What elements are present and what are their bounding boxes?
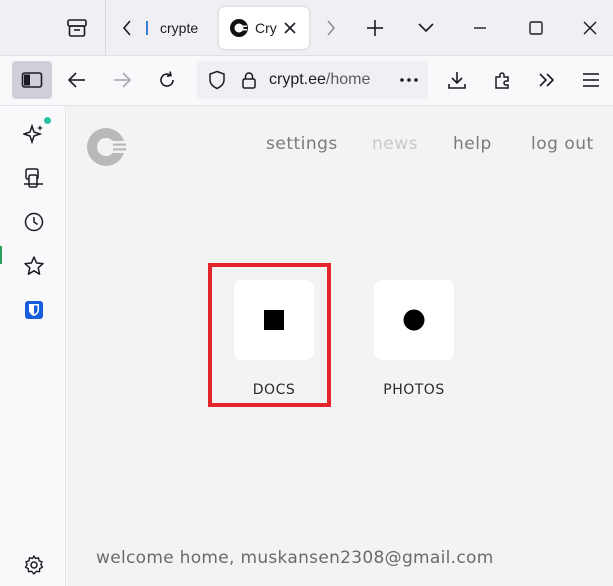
- double-chevron-right-icon: [539, 73, 555, 87]
- cryptee-logo[interactable]: [86, 126, 128, 168]
- tab-groups-button[interactable]: [52, 8, 102, 48]
- archive-icon: [67, 19, 87, 37]
- chevron-right-icon: [327, 20, 336, 36]
- close-icon: [583, 21, 597, 35]
- lock-icon[interactable]: [240, 70, 258, 90]
- highlight-box: [208, 263, 331, 407]
- chevron-left-icon: [122, 20, 131, 36]
- close-window-button[interactable]: [576, 14, 604, 42]
- sidebar-bookmarks-button[interactable]: [21, 253, 47, 279]
- nav-logout-link[interactable]: log out: [531, 134, 594, 154]
- sidebar-settings-button[interactable]: [21, 552, 47, 578]
- url-host: crypt.ee: [269, 71, 326, 88]
- browser-sidebar: [0, 106, 66, 586]
- maximize-window-button[interactable]: [522, 14, 550, 42]
- downloads-button[interactable]: [442, 65, 472, 95]
- chevron-down-icon: [418, 23, 434, 33]
- page-actions-more-icon[interactable]: [398, 70, 420, 90]
- url-text[interactable]: crypt.ee/home: [269, 71, 370, 89]
- app-menu-button[interactable]: [576, 65, 606, 95]
- tab-scroll-right-button[interactable]: [318, 14, 344, 42]
- nav-settings-link[interactable]: settings: [266, 134, 338, 154]
- cryptee-favicon-icon: [229, 18, 249, 38]
- forward-button[interactable]: [107, 65, 137, 95]
- nav-help-link[interactable]: help: [453, 134, 492, 154]
- sidebar-icon: [21, 72, 43, 88]
- synced-devices-icon: [24, 168, 43, 188]
- list-all-tabs-button[interactable]: [412, 14, 440, 42]
- sidebar-bitwarden-button[interactable]: [21, 297, 47, 323]
- tracking-protection-shield-icon[interactable]: [207, 70, 227, 90]
- tab-favicon: [146, 21, 152, 35]
- minimize-window-button[interactable]: [466, 14, 494, 42]
- gear-icon: [24, 555, 44, 575]
- star-icon: [24, 256, 44, 275]
- sparkle-icon: [23, 123, 43, 145]
- maximize-icon: [529, 21, 543, 35]
- sidebar-history-button[interactable]: [21, 209, 47, 235]
- tab-crypt-active[interactable]: Cryp: [219, 7, 309, 49]
- puzzle-icon: [495, 72, 509, 89]
- sidebar-synced-tabs-button[interactable]: [21, 165, 47, 191]
- close-tab-icon[interactable]: [281, 19, 299, 37]
- sidebar-edge-marker: [0, 246, 2, 264]
- page-content: settings news help log out DOCS PHOTOS w…: [67, 106, 613, 586]
- arrow-left-icon: [67, 72, 85, 88]
- sidebar-ai-chatbot-button[interactable]: [21, 121, 47, 147]
- tab-title: crypte: [160, 20, 199, 36]
- tab-crypt-inactive[interactable]: crypte: [144, 8, 214, 48]
- tab-scroll-left-button[interactable]: [114, 14, 140, 42]
- notification-dot: [44, 117, 51, 124]
- arrow-right-icon: [114, 72, 132, 88]
- clock-icon: [24, 212, 44, 232]
- tab-title: Cryp: [255, 20, 277, 36]
- welcome-message: welcome home, muskansen2308@gmail.com: [96, 548, 494, 568]
- sidebar-toggle-button[interactable]: [12, 61, 52, 99]
- photos-app-label[interactable]: PHOTOS: [364, 382, 464, 398]
- minimize-icon: [474, 27, 486, 29]
- navigation-toolbar: crypt.ee/home: [0, 56, 613, 106]
- url-bar[interactable]: crypt.ee/home: [197, 61, 428, 99]
- hamburger-menu-icon: [583, 73, 599, 87]
- url-path: /home: [325, 71, 371, 88]
- nav-news-link[interactable]: news: [372, 134, 418, 154]
- bitwarden-shield-icon: [25, 301, 43, 319]
- reload-button[interactable]: [152, 65, 182, 95]
- overflow-menu-button[interactable]: [532, 65, 562, 95]
- reload-icon: [160, 71, 174, 87]
- tab-strip: crypte Cryp: [0, 0, 613, 56]
- back-button[interactable]: [62, 65, 92, 95]
- circle-icon: [403, 309, 425, 331]
- extensions-button[interactable]: [488, 65, 518, 95]
- download-icon: [448, 72, 466, 89]
- plus-icon: [367, 20, 383, 36]
- tab-separator: [105, 0, 106, 56]
- photos-app-tile[interactable]: [374, 280, 454, 360]
- cryptee-logo-icon: [87, 128, 128, 166]
- new-tab-button[interactable]: [361, 14, 389, 42]
